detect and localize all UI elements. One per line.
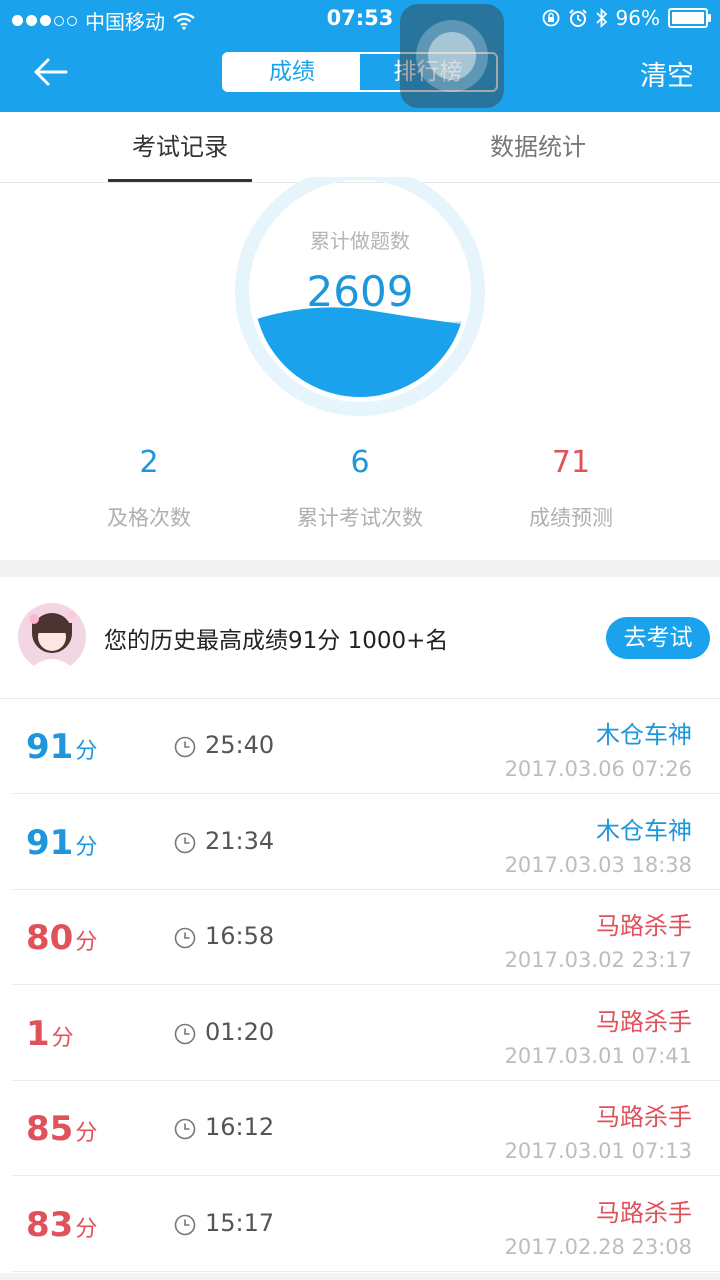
record-duration: 25:40 bbox=[205, 731, 275, 759]
rotation-lock-icon bbox=[542, 9, 559, 27]
take-exam-button[interactable]: 去考试 bbox=[606, 617, 710, 659]
record-title: 木仓车神 bbox=[596, 816, 692, 845]
record-score: 91分 bbox=[26, 823, 97, 863]
record-date: 2017.03.02 23:17 bbox=[504, 948, 692, 972]
record-date: 2017.03.03 18:38 bbox=[504, 852, 692, 877]
record-date: 2017.03.01 07:13 bbox=[504, 1139, 692, 1163]
back-arrow-icon[interactable] bbox=[30, 52, 72, 92]
stat-exam-count: 6 累计考试次数 bbox=[260, 445, 460, 532]
tab-exam-records[interactable]: 考试记录 bbox=[108, 112, 252, 182]
score-unit: 分 bbox=[75, 739, 98, 764]
alarm-icon bbox=[568, 9, 587, 27]
score-unit: 分 bbox=[75, 930, 98, 955]
clock-icon bbox=[174, 1214, 196, 1235]
record-row[interactable]: 91分 21:34 木仓车神 2017.03.03 18:38 bbox=[0, 795, 720, 890]
segment-scores[interactable]: 成绩 bbox=[224, 54, 360, 90]
record-duration: 16:58 bbox=[205, 922, 275, 950]
status-bar: 中国移动 07:53 96% bbox=[0, 0, 720, 38]
score-value: 91 bbox=[26, 822, 74, 863]
record-duration: 21:34 bbox=[205, 826, 275, 855]
record-score: 83分 bbox=[26, 1205, 97, 1245]
record-score: 85分 bbox=[26, 1109, 97, 1149]
score-value: 85 bbox=[26, 1109, 74, 1149]
score-unit: 分 bbox=[51, 1025, 74, 1051]
clock-icon bbox=[174, 736, 196, 758]
record-title: 马路杀手 bbox=[596, 1103, 692, 1131]
tab-data-statistics[interactable]: 数据统计 bbox=[468, 112, 608, 182]
clock-icon bbox=[174, 1118, 196, 1140]
gauge-label: 累计做题数 bbox=[310, 229, 410, 253]
record-row[interactable]: 83分 15:17 马路杀手 2017.02.28 23:08 bbox=[0, 1177, 720, 1272]
record-title: 马路杀手 bbox=[596, 1007, 692, 1036]
score-value: 1 bbox=[26, 1013, 50, 1054]
stat-value: 2 bbox=[139, 445, 159, 480]
record-duration: 15:17 bbox=[205, 1208, 275, 1237]
battery-icon bbox=[668, 8, 711, 28]
stat-label: 成绩预测 bbox=[529, 506, 613, 530]
gauge-value: 2609 bbox=[306, 267, 414, 316]
battery-percent: 96% bbox=[615, 6, 660, 30]
stat-value: 6 bbox=[350, 445, 370, 480]
bluetooth-icon bbox=[595, 8, 607, 28]
score-value: 91 bbox=[26, 727, 74, 767]
score-unit: 分 bbox=[75, 834, 98, 860]
best-score-banner: 您的历史最高成绩91分 1000+名 去考试 bbox=[0, 577, 720, 699]
stat-score-prediction: 71 成绩预测 bbox=[471, 445, 671, 532]
record-title: 木仓车神 bbox=[596, 721, 692, 749]
clock-icon bbox=[174, 927, 196, 949]
clear-button[interactable]: 清空 bbox=[640, 54, 694, 93]
app-header: 中国移动 07:53 96% 成绩 排行榜 清空 bbox=[0, 0, 720, 112]
stat-pass-count: 2 及格次数 bbox=[49, 445, 249, 532]
record-duration: 16:12 bbox=[205, 1113, 275, 1141]
stat-label: 累计考试次数 bbox=[297, 506, 423, 530]
score-unit: 分 bbox=[75, 1216, 98, 1242]
stats-panel: 累计做题数 2609 2 及格次数 6 累计考试次数 71 成绩预测 bbox=[0, 177, 720, 560]
record-date: 2017.03.01 07:41 bbox=[504, 1043, 692, 1068]
record-row[interactable]: 80分 16:58 马路杀手 2017.03.02 23:17 bbox=[0, 890, 720, 985]
score-unit: 分 bbox=[75, 1121, 98, 1146]
stat-label: 及格次数 bbox=[107, 506, 191, 530]
clock-icon bbox=[174, 832, 196, 853]
assistive-touch-button[interactable] bbox=[400, 4, 504, 108]
exam-record-list: 您的历史最高成绩91分 1000+名 去考试 91分 25:40 木仓车神 2017.… bbox=[0, 577, 720, 1273]
record-score: 80分 bbox=[26, 918, 97, 958]
record-row[interactable]: 91分 25:40 木仓车神 2017.03.06 07:26 bbox=[0, 699, 720, 794]
record-duration: 01:20 bbox=[205, 1017, 275, 1046]
avatar[interactable] bbox=[18, 603, 86, 671]
record-date: 2017.02.28 23:08 bbox=[504, 1234, 692, 1259]
record-row[interactable]: 85分 16:12 马路杀手 2017.03.01 07:13 bbox=[0, 1081, 720, 1176]
row-divider bbox=[12, 1270, 720, 1272]
record-row[interactable]: 1分 01:20 马路杀手 2017.03.01 07:41 bbox=[0, 986, 720, 1081]
record-score: 1分 bbox=[26, 1014, 74, 1054]
record-date: 2017.03.06 07:26 bbox=[504, 757, 692, 781]
stat-value: 71 bbox=[551, 445, 591, 480]
record-title: 马路杀手 bbox=[596, 1198, 692, 1227]
record-title: 马路杀手 bbox=[596, 912, 692, 940]
nav-bar: 成绩 排行榜 清空 bbox=[0, 38, 720, 112]
score-value: 83 bbox=[26, 1204, 74, 1245]
best-score-text: 您的历史最高成绩91分 1000+名 bbox=[104, 628, 449, 654]
tab-bar: 考试记录 数据统计 bbox=[0, 112, 720, 183]
clock-icon bbox=[174, 1023, 196, 1044]
score-value: 80 bbox=[26, 918, 74, 958]
active-tab-indicator bbox=[108, 179, 252, 182]
record-score: 91分 bbox=[26, 727, 97, 767]
